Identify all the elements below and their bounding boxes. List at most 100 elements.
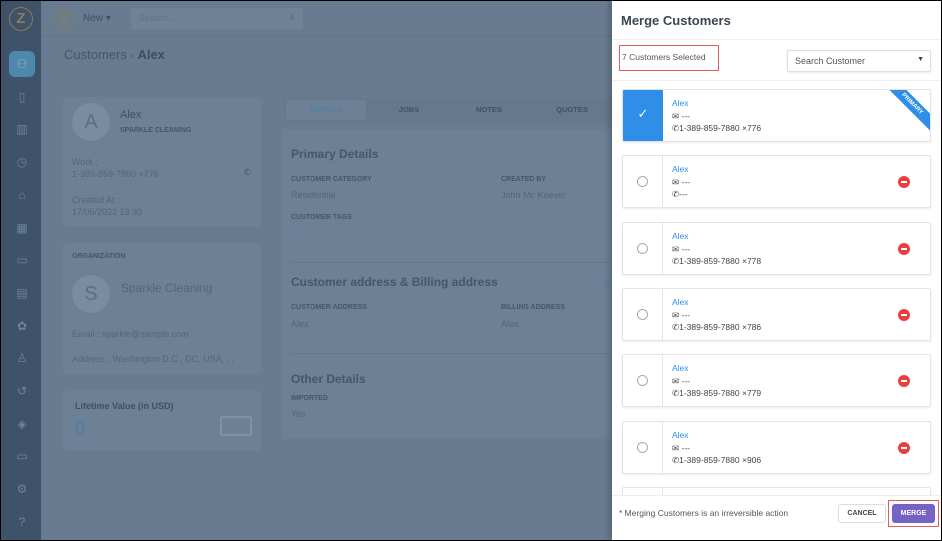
remove-customer-icon[interactable]	[898, 242, 910, 255]
primary-radio[interactable]	[637, 308, 648, 320]
modal-footer: * Merging Customers is an irreversible a…	[612, 495, 941, 540]
help-icon[interactable]: ?	[9, 509, 35, 535]
customer-name-link[interactable]: Alex	[672, 297, 689, 307]
breadcrumb-current: Alex	[137, 47, 165, 62]
avatar: A	[72, 103, 110, 141]
mobile-icon[interactable]: ▯	[9, 84, 35, 110]
phone-icon[interactable]: ✆	[243, 167, 251, 178]
customer-email: ✉ ---	[672, 111, 690, 122]
history-icon[interactable]: ↺	[9, 378, 35, 404]
customer-phone: ✆1-389-859-7880 ×779	[672, 388, 761, 399]
remove-customer-icon[interactable]	[898, 308, 910, 321]
select-primary[interactable]	[623, 222, 663, 274]
select-primary[interactable]: ✓	[623, 90, 663, 141]
customer-card[interactable]: Alex ✉ --- ✆---	[622, 155, 931, 209]
merge-customers-panel: Merge Customers 7 Customers Selected Sea…	[612, 1, 941, 540]
global-search-input[interactable]: Search... ⌕	[131, 8, 303, 30]
category-label: CUSTOMER CATEGORY	[291, 176, 372, 183]
divider	[291, 262, 621, 263]
customer-card[interactable]: Alex ✉ --- ✆1-389-859-7880 ×906	[622, 420, 931, 474]
customer-card[interactable]: Alex ✉ --- ✆1-389-859-7880 ×779	[622, 354, 931, 408]
customer-card[interactable]: ✓ Alex ✉ --- ✆1-389-859-7880 ×776 PRIMARY	[622, 89, 931, 142]
layers-icon[interactable]: ◈	[9, 411, 35, 437]
divider	[291, 353, 621, 354]
remove-customer-icon[interactable]	[898, 176, 910, 189]
org-address: Address : Washington D.C., DC, USA, , ,	[72, 354, 235, 364]
tags-value: —	[291, 225, 300, 235]
customer-name-link[interactable]: Alex	[672, 231, 689, 241]
customer-email: ✉ ---	[672, 177, 690, 188]
select-primary[interactable]	[623, 156, 663, 208]
clock-icon[interactable]: ◷	[9, 149, 35, 175]
primary-radio[interactable]	[637, 375, 648, 387]
cancel-button[interactable]: CANCEL	[838, 504, 886, 523]
primary-radio[interactable]	[637, 176, 648, 188]
new-dropdown[interactable]: New ▾	[83, 13, 111, 24]
billing-address-value: Alex	[501, 319, 519, 329]
lifetime-label: Lifetime Value (in USD)	[75, 401, 174, 411]
customer-card[interactable]: Alex ✉ --- ✆1-389-859-7880 ×778	[622, 221, 931, 275]
sidebar: Z ⚇ ▯ ▥ ◷ ⌂ ▦ ▭ ▤ ✿ ♙ ↺ ◈ ▭ ⚙?	[1, 1, 41, 540]
divider	[612, 39, 941, 40]
tab-notes[interactable]: NOTES	[449, 98, 529, 122]
customer-phone: ✆1-389-859-7880 ×778	[672, 256, 761, 267]
customer-name-link[interactable]: Alex	[672, 164, 689, 174]
top-bar: Z New ▾ Search... ⌕	[41, 1, 613, 37]
team-icon[interactable]: ✿	[9, 313, 35, 339]
imported-value: Yes	[291, 409, 306, 419]
user-icon[interactable]: ♙	[9, 345, 35, 371]
customer-name: Alex	[120, 109, 142, 121]
work-label: Work :	[72, 157, 98, 167]
customer-address-label: CUSTOMER ADDRESS	[291, 304, 367, 311]
customer-card[interactable]	[622, 486, 931, 495]
select-primary[interactable]	[623, 288, 663, 340]
email-value: ---	[681, 177, 690, 188]
customer-card[interactable]: Alex ✉ --- ✆1-389-859-7880 ×786	[622, 287, 931, 341]
primary-radio[interactable]	[637, 242, 648, 254]
customer-phone: ✆---	[672, 189, 688, 200]
customers-icon[interactable]: ⚇	[9, 51, 35, 77]
billing-address-label: BILLING ADDRESS	[501, 304, 565, 311]
email-value: ---	[681, 243, 690, 254]
select-primary[interactable]	[623, 487, 663, 495]
select-primary[interactable]	[623, 355, 663, 407]
app-logo[interactable]: Z	[9, 7, 33, 31]
search-icon[interactable]: ⌕	[289, 12, 295, 23]
calculator-icon[interactable]: ▦	[9, 215, 35, 241]
customer-list[interactable]: ✓ Alex ✉ --- ✆1-389-859-7880 ×776 PRIMARY Ale…	[612, 81, 941, 495]
map-link[interactable]: M	[604, 277, 612, 287]
search-placeholder: Search...	[139, 13, 176, 23]
org-email: Email : sparkle@sample.com	[72, 329, 189, 339]
customer-address-value: Alex	[291, 319, 309, 329]
money-icon	[220, 416, 252, 436]
breadcrumb-customers[interactable]: Customers	[64, 47, 127, 62]
tab-details[interactable]: DETAILS	[286, 100, 366, 120]
tag-icon[interactable]: ⌂	[9, 182, 35, 208]
select-primary[interactable]	[623, 421, 663, 473]
tab-jobs[interactable]: JOBS	[369, 98, 449, 122]
email-value: ---	[681, 111, 690, 121]
customer-email: ✉ ---	[672, 310, 690, 321]
company-logo[interactable]: Z	[53, 8, 75, 30]
org-name: Sparkle Cleaning	[121, 281, 213, 295]
work-phone: 1-389-859-7880 ×776	[72, 169, 159, 179]
customer-name-link[interactable]: Alex	[672, 98, 689, 108]
lifetime-value-card: Lifetime Value (in USD) 0	[63, 391, 261, 451]
merge-button[interactable]: MERGE	[892, 504, 935, 523]
remove-customer-icon[interactable]	[898, 375, 910, 388]
merge-highlight: MERGE	[888, 500, 939, 527]
monitor-icon[interactable]: ▭	[9, 443, 35, 469]
settings-icon[interactable]: ⚙	[9, 476, 35, 502]
map-icon[interactable]: ▥	[9, 116, 35, 142]
tab-quotes[interactable]: QUOTES	[532, 98, 612, 122]
remove-customer-icon[interactable]	[898, 441, 910, 454]
breadcrumb-separator: ›	[130, 51, 134, 62]
search-customer-dropdown[interactable]: Search Customer ▼	[787, 50, 931, 72]
briefcase-icon[interactable]: ▭	[9, 247, 35, 273]
primary-radio[interactable]	[637, 441, 648, 453]
email-value: ---	[681, 376, 690, 387]
customer-name-link[interactable]: Alex	[672, 363, 689, 373]
customer-name-link[interactable]: Alex	[672, 430, 689, 440]
book-icon[interactable]: ▤	[9, 280, 35, 306]
address-heading: Customer address & Billing address	[291, 275, 498, 289]
